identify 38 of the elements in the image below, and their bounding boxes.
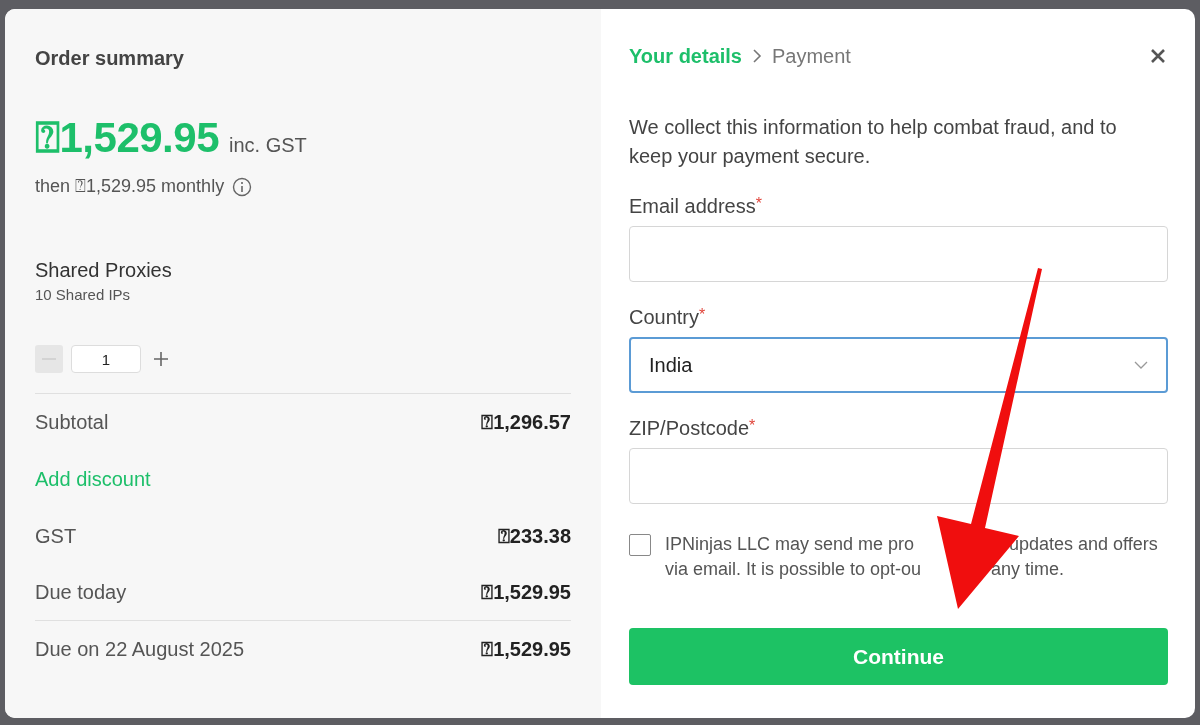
- input-field[interactable]: [629, 226, 1168, 282]
- summary-label: Due today: [35, 580, 127, 604]
- field-label: ZIP/Postcode: [629, 417, 750, 440]
- consent-text: via email. It is possible to opt-ou: [665, 559, 922, 579]
- checkbox[interactable]: [629, 534, 651, 556]
- product-detail: 10 Shared IPs: [35, 286, 132, 303]
- field-label: Email address: [629, 195, 756, 218]
- summary-amount: ⍰1,296.57: [481, 410, 571, 434]
- price-note: inc. GST: [229, 134, 307, 157]
- summary-label: GST: [35, 524, 77, 548]
- info-icon[interactable]: [232, 176, 253, 197]
- chevron-down-icon: [1134, 361, 1148, 369]
- consent-text: updates and offers: [1009, 533, 1158, 556]
- chevron-right-icon: [752, 48, 762, 64]
- field-label: Country: [629, 306, 700, 329]
- summary-amount: ⍰233.38: [497, 524, 571, 548]
- plus-icon: [153, 351, 169, 367]
- required-asterisk: *: [699, 306, 706, 323]
- required-asterisk: *: [755, 195, 762, 212]
- breadcrumb-step[interactable]: Payment: [772, 44, 851, 68]
- consent-text: any time.: [991, 558, 1065, 581]
- recurring-price: then ⍰1,529.95 monthly: [35, 176, 225, 197]
- summary-label: Due on 22 August 2025: [35, 637, 245, 661]
- product-name: Shared Proxies: [35, 259, 173, 282]
- order-summary-title: Order summary: [35, 47, 185, 70]
- country-select[interactable]: India: [629, 337, 1168, 393]
- summary-amount: ⍰1,529.95: [481, 580, 571, 604]
- intro-text: We collect this information to help combat fraud, and to keep your payment secure.: [629, 115, 1118, 169]
- consent-text: IPNinjas LLC may send me pro: [665, 534, 915, 554]
- continue-button[interactable]: Continue: [629, 628, 1168, 685]
- required-asterisk: *: [749, 417, 756, 434]
- total-price: ⍰1,529.95: [35, 114, 219, 162]
- quantity-field[interactable]: 1: [71, 345, 141, 373]
- breadcrumb-step[interactable]: Your details: [629, 44, 742, 68]
- summary-amount: ⍰1,529.95: [481, 637, 571, 661]
- add-discount-link[interactable]: Add discount: [35, 467, 151, 491]
- input-field[interactable]: [629, 448, 1168, 504]
- summary-label: Subtotal: [35, 410, 109, 434]
